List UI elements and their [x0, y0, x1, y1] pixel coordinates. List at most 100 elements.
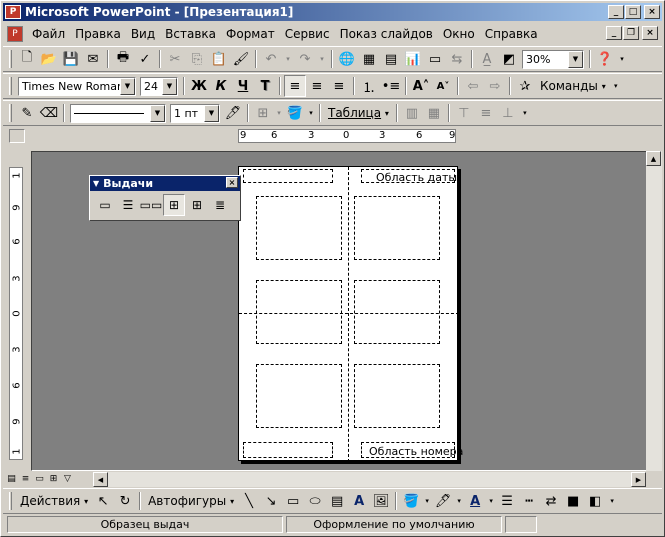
- show-formatting-icon[interactable]: A̲: [476, 48, 498, 70]
- handout-3-slides-icon[interactable]: ☰: [117, 194, 139, 216]
- menu-format[interactable]: Формат: [221, 25, 280, 43]
- increase-font-icon[interactable]: A˄: [410, 75, 432, 97]
- shadow-button[interactable]: Т: [254, 75, 276, 97]
- align-middle-icon[interactable]: ≡: [475, 102, 497, 124]
- powerpoint-icon[interactable]: P: [5, 5, 21, 19]
- 3d-icon[interactable]: ◧: [584, 490, 606, 512]
- chevron-down-icon[interactable]: ▼: [162, 77, 177, 95]
- date-placeholder[interactable]: Область даты: [361, 169, 457, 184]
- toolbar-options-icon[interactable]: ▾: [519, 102, 531, 124]
- fill-color-icon[interactable]: 🪣: [400, 490, 422, 512]
- autoshapes-menu-button[interactable]: Автофигуры ▾: [144, 490, 238, 512]
- slide-sorter-icon[interactable]: ⊞: [47, 473, 60, 486]
- horizontal-scrollbar[interactable]: ◀ ▶: [93, 472, 646, 487]
- line-color-dropdown-icon[interactable]: ▾: [454, 490, 464, 512]
- font-color-dropdown-icon[interactable]: ▾: [486, 490, 496, 512]
- draw-table-pencil-icon[interactable]: ✎: [16, 102, 38, 124]
- email-icon[interactable]: ✉: [82, 48, 104, 70]
- underline-button[interactable]: Ч: [232, 75, 254, 97]
- menu-file[interactable]: Файл: [27, 25, 70, 43]
- redo-dropdown-icon[interactable]: ▾: [316, 48, 328, 70]
- toolbar-grip[interactable]: [9, 77, 12, 95]
- handout-9-slides-icon[interactable]: ⊞: [186, 194, 208, 216]
- header-placeholder[interactable]: [243, 169, 333, 183]
- undo-icon[interactable]: ↶: [260, 48, 282, 70]
- text-box-icon[interactable]: ▤: [326, 490, 348, 512]
- close-icon[interactable]: ×: [226, 177, 238, 188]
- menu-help[interactable]: Справка: [480, 25, 543, 43]
- doc-minimize-button[interactable]: _: [606, 26, 622, 40]
- doc-restore-button[interactable]: ❐: [623, 26, 639, 40]
- menu-window[interactable]: Окно: [438, 25, 480, 43]
- shadow-icon[interactable]: ■: [562, 490, 584, 512]
- slide-slot[interactable]: [256, 280, 342, 344]
- border-color-icon[interactable]: 🖊: [222, 102, 244, 124]
- footer-placeholder[interactable]: [243, 442, 333, 458]
- arrow-icon[interactable]: ↘: [260, 490, 282, 512]
- save-icon[interactable]: 💾: [60, 48, 82, 70]
- align-left-icon[interactable]: ≡: [284, 75, 306, 97]
- toolbar-options-icon[interactable]: ▾: [610, 75, 622, 97]
- outline-view-icon[interactable]: ≡: [19, 473, 32, 486]
- fill-dropdown-icon[interactable]: ▾: [422, 490, 432, 512]
- cut-icon[interactable]: ✂: [164, 48, 186, 70]
- handout-outline-icon[interactable]: ≣: [209, 194, 231, 216]
- arrow-style-icon[interactable]: ⇄: [540, 490, 562, 512]
- bullets-icon[interactable]: •≡: [380, 75, 402, 97]
- redo-icon[interactable]: ↷: [294, 48, 316, 70]
- numbering-icon[interactable]: ⒈: [358, 75, 380, 97]
- open-folder-icon[interactable]: 📂: [38, 48, 60, 70]
- toolbar-grip[interactable]: [9, 50, 12, 68]
- toolbar-grip[interactable]: [9, 492, 12, 510]
- line-color-icon[interactable]: 🖊: [432, 490, 454, 512]
- insert-chart-icon[interactable]: 📊: [402, 48, 424, 70]
- scroll-right-icon[interactable]: ▶: [631, 472, 646, 487]
- new-slide-icon[interactable]: ▭: [424, 48, 446, 70]
- slide-slot[interactable]: [256, 364, 342, 428]
- italic-button[interactable]: К: [210, 75, 232, 97]
- handouts-toolbar-titlebar[interactable]: ▼ Выдачи ×: [90, 176, 240, 191]
- print-icon[interactable]: 🖶: [112, 48, 134, 70]
- undo-dropdown-icon[interactable]: ▾: [282, 48, 294, 70]
- scroll-left-icon[interactable]: ◀: [93, 472, 108, 487]
- toolbar-options-icon[interactable]: ▾: [616, 48, 628, 70]
- handout-6-slides-icon[interactable]: ⊞: [163, 194, 185, 216]
- minimize-button[interactable]: _: [608, 5, 624, 19]
- align-center-icon[interactable]: ≡: [306, 75, 328, 97]
- normal-view-icon[interactable]: ▤: [5, 473, 18, 486]
- decrease-font-icon[interactable]: A˅: [432, 75, 454, 97]
- zoom-select[interactable]: 30% ▼: [522, 49, 584, 69]
- handout-1-slide-icon[interactable]: ▭: [94, 194, 116, 216]
- select-pointer-icon[interactable]: ↖: [92, 490, 114, 512]
- promote-icon[interactable]: ⇦: [462, 75, 484, 97]
- slide-slot[interactable]: [354, 196, 440, 260]
- document-icon[interactable]: P: [7, 26, 23, 42]
- paste-icon[interactable]: 📋: [208, 48, 230, 70]
- line-style-icon[interactable]: ☰: [496, 490, 518, 512]
- doc-close-button[interactable]: ×: [642, 26, 658, 40]
- slide-view-icon[interactable]: ▭: [33, 473, 46, 486]
- border-width-select[interactable]: 1 пт ▼: [170, 103, 220, 123]
- menu-insert[interactable]: Вставка: [160, 25, 221, 43]
- slide-show-icon[interactable]: ▽: [61, 473, 74, 486]
- menu-view[interactable]: Вид: [126, 25, 160, 43]
- eraser-icon[interactable]: ⌫: [38, 102, 60, 124]
- free-rotate-icon[interactable]: ↻: [114, 490, 136, 512]
- menu-edit[interactable]: Правка: [70, 25, 126, 43]
- clipart-icon[interactable]: 🖼: [370, 490, 392, 512]
- borders-icon[interactable]: ⊞: [252, 102, 274, 124]
- tables-borders-icon[interactable]: ▦: [358, 48, 380, 70]
- merge-cells-icon[interactable]: ▥: [401, 102, 423, 124]
- align-right-icon[interactable]: ≡: [328, 75, 350, 97]
- handout-2-slides-icon[interactable]: ▭▭: [140, 194, 163, 216]
- demote-icon[interactable]: ⇨: [484, 75, 506, 97]
- actions-menu-button[interactable]: Действия ▾: [16, 490, 92, 512]
- rectangle-icon[interactable]: ▭: [282, 490, 304, 512]
- toolbar-grip[interactable]: [9, 104, 12, 122]
- table-menu-button[interactable]: Таблица ▾: [324, 102, 393, 124]
- align-bottom-icon[interactable]: ⊥: [497, 102, 519, 124]
- scroll-up-icon[interactable]: ▲: [646, 151, 661, 166]
- slide-slot[interactable]: [354, 364, 440, 428]
- number-placeholder[interactable]: Область номера: [361, 442, 463, 458]
- slide-slot[interactable]: [256, 196, 342, 260]
